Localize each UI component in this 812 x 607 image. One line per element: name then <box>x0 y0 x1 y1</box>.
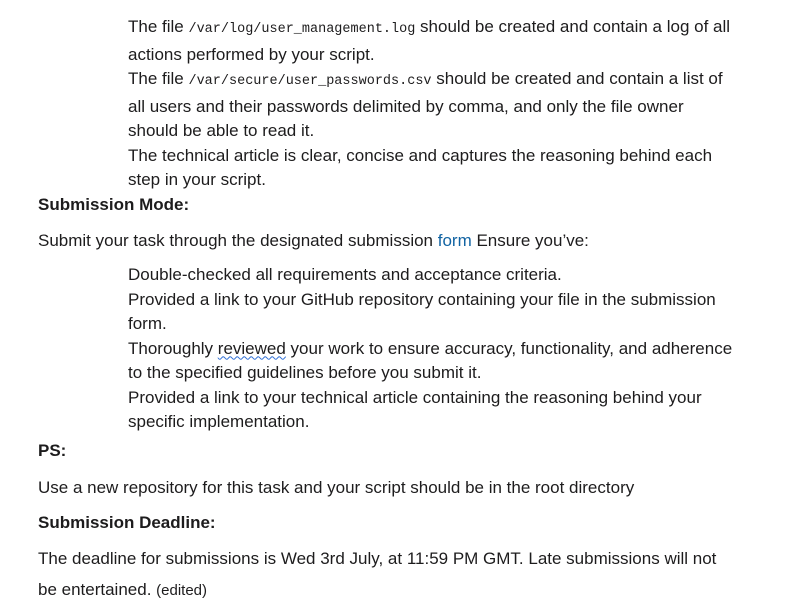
ps-heading: PS: <box>38 441 67 460</box>
checklist-item-continued: specific implementation. <box>128 412 310 431</box>
intro-text: Ensure you’ve: <box>471 231 589 250</box>
criteria-text: should be created and contain a log of a… <box>415 17 731 36</box>
checklist-item: Thoroughly reviewed your work to ensure … <box>128 337 798 362</box>
submission-mode-intro: Submit your task through the designated … <box>38 225 798 256</box>
checklist-item: Double-checked all requirements and acce… <box>128 265 562 284</box>
checklist-item: Provided a link to your technical articl… <box>128 387 702 407</box>
criteria-text: The file <box>128 17 189 36</box>
submission-form-link[interactable]: form <box>438 231 472 250</box>
criteria-text: The file <box>128 69 189 88</box>
log-file-path: /var/log/user_management.log <box>188 22 416 37</box>
password-file-path: /var/secure/user_passwords.csv <box>188 74 432 89</box>
acceptance-criteria-list: The file /var/log/user_management.log sh… <box>128 15 798 193</box>
intro-text: Submit your task through the designated … <box>38 231 438 250</box>
checklist-item: Provided a link to your GitHub repositor… <box>128 289 716 309</box>
checklist-text: your work to ensure accuracy, functional… <box>285 338 733 358</box>
criteria-text: all users and their passwords delimited … <box>128 96 684 116</box>
edited-label: (edited) <box>156 582 208 599</box>
spellcheck-word: reviewed <box>217 338 286 358</box>
criteria-text: actions performed by your script. <box>128 44 375 64</box>
criteria-item-passwords: The file /var/secure/user_passwords.csv … <box>128 67 798 95</box>
submission-mode-heading: Submission Mode: <box>38 195 190 214</box>
deadline-heading: Submission Deadline: <box>38 513 216 532</box>
deadline-text-line: The deadline for submissions is Wed 3rd … <box>38 549 717 568</box>
checklist-text: Thoroughly <box>128 338 218 358</box>
criteria-text: should be created and contain a list of <box>431 69 723 88</box>
submission-checklist: Double-checked all requirements and acce… <box>128 263 798 435</box>
deadline-text-line: be entertained. <box>38 580 152 599</box>
checklist-item-continued: to the specified guidelines before you s… <box>128 363 482 382</box>
criteria-item-log: The file /var/log/user_management.log sh… <box>128 15 798 43</box>
ps-text: Use a new repository for this task and y… <box>38 478 635 497</box>
criteria-text: step in your script. <box>128 170 266 189</box>
criteria-text: should be able to read it. <box>128 121 315 140</box>
checklist-item-continued: form. <box>128 314 167 333</box>
criteria-item-article: The technical article is clear, concise … <box>128 145 713 165</box>
deadline-text: The deadline for submissions is Wed 3rd … <box>38 543 798 606</box>
